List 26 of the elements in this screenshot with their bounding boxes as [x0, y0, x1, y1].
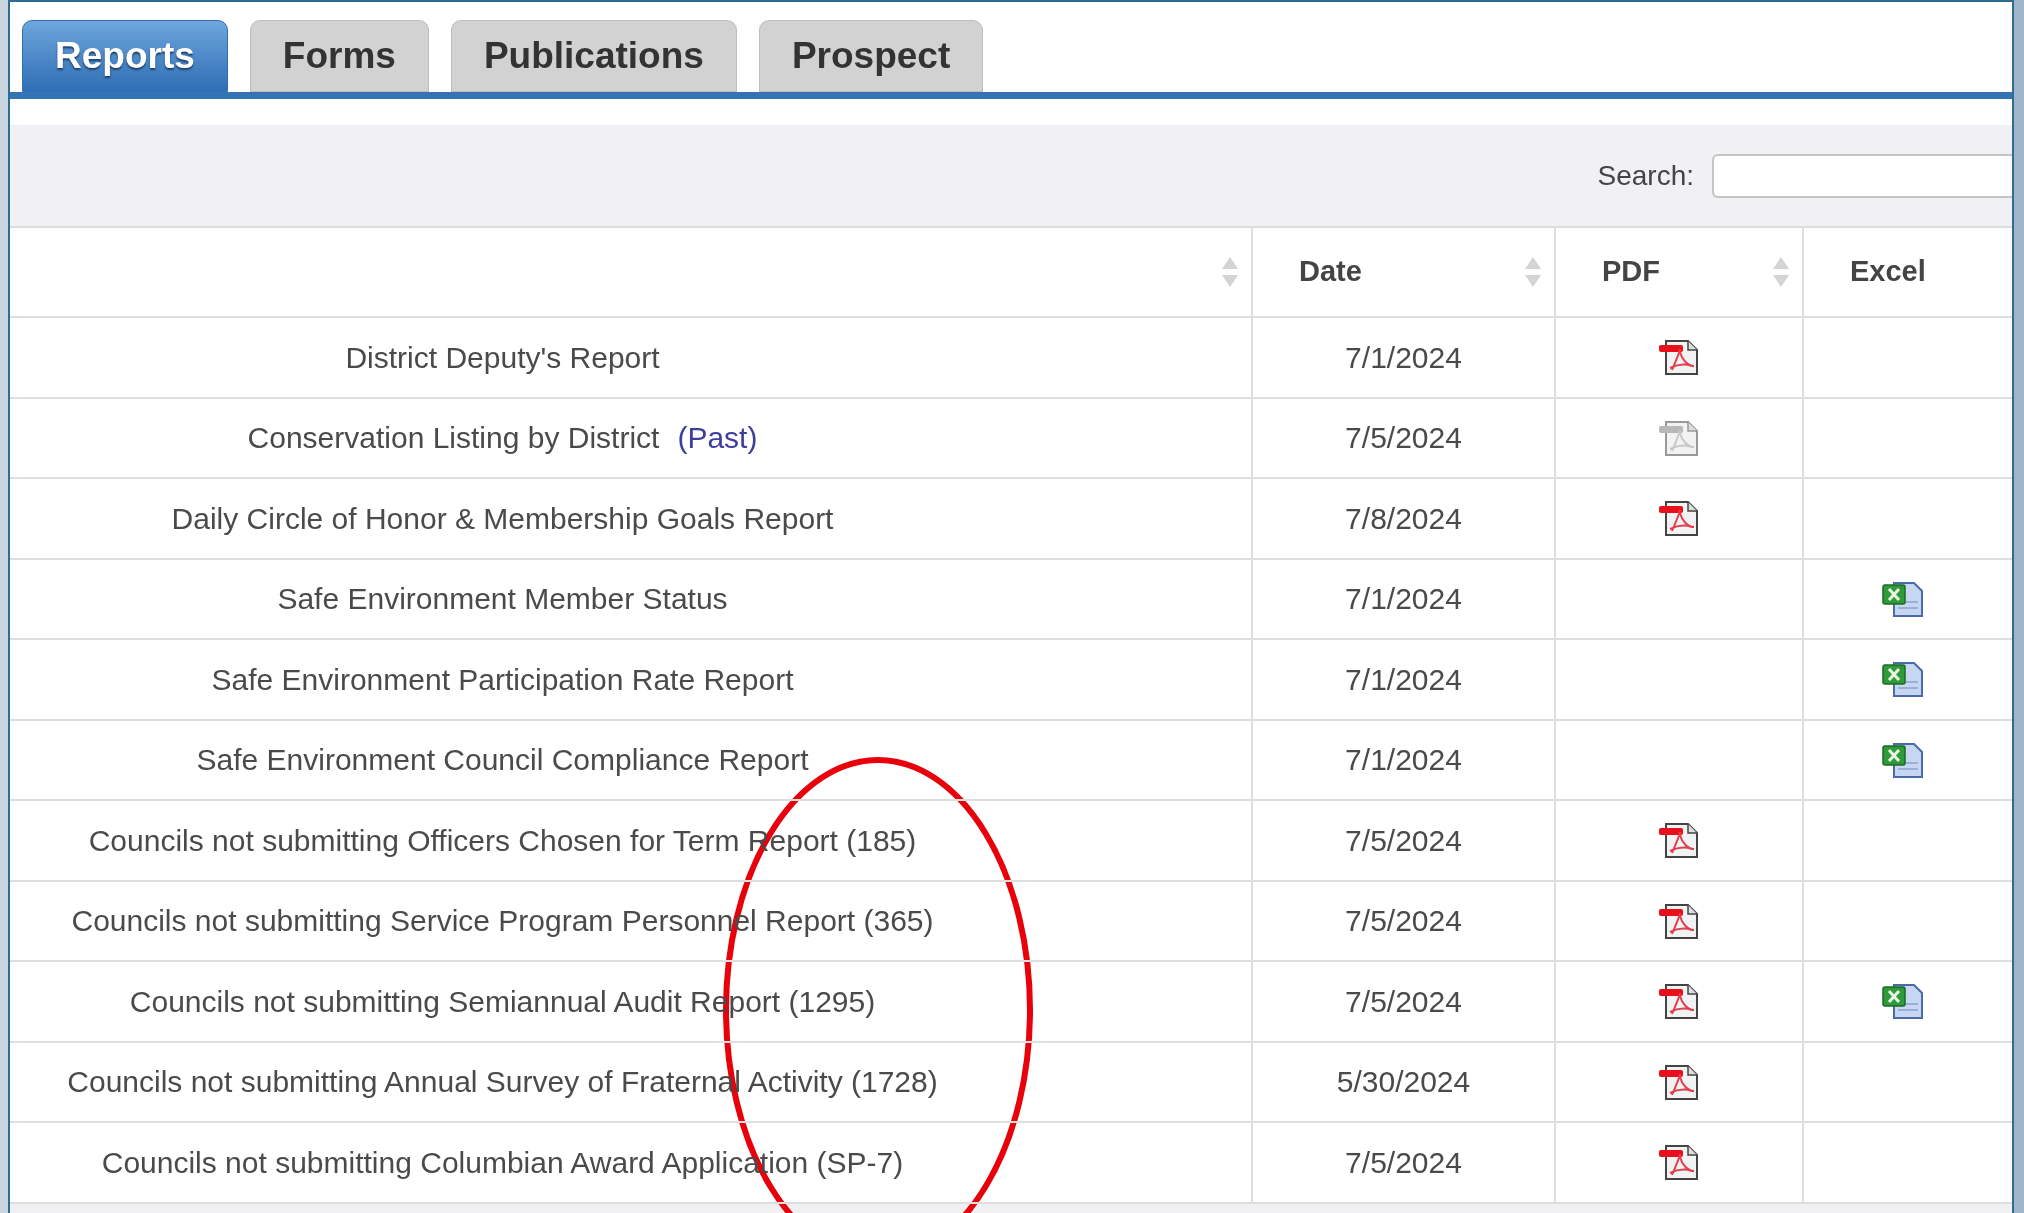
table-cell-text: District Deputy's Report [345, 339, 660, 376]
tab[interactable]: Reports [22, 20, 228, 92]
tab[interactable]: Publications [450, 20, 737, 92]
table-cell-text: Safe Environment Participation Rate Report [211, 661, 794, 698]
column-header[interactable]: PDF [1556, 228, 1804, 316]
table-cell-text: 7/1/2024 [1345, 742, 1462, 779]
table-cell-text: 7/1/2024 [1345, 581, 1462, 618]
table-cell-text: 7/5/2024 [1345, 983, 1462, 1020]
column-header[interactable]: Excel [1804, 228, 2012, 316]
table-cell-text: Safe Environment Member Status [277, 581, 728, 618]
table-cell-text: 7/5/2024 [1345, 420, 1462, 457]
column-header[interactable]: Date [1253, 228, 1556, 316]
table-cell-text: Safe Environment Council Compliance Report [196, 742, 809, 779]
table-cell-text: 5/30/2024 [1336, 1064, 1471, 1101]
table-cell-text: Daily Circle of Honor & Membership Goals Report [171, 500, 834, 537]
link[interactable]: (Past) [677, 415, 758, 461]
table-cell-text: 7/8/2024 [1345, 500, 1462, 537]
table-cell-text: 7/5/2024 [1345, 903, 1462, 940]
tab[interactable]: Prospect [758, 20, 984, 92]
table-cell-text: 7/1/2024 [1345, 339, 1462, 376]
search-label: Search: [1597, 158, 1694, 193]
table-cell-text: 7/5/2024 [1345, 1144, 1462, 1181]
table-cell-text: 7/5/2024 [1345, 822, 1462, 859]
table-cell-text: 7/1/2024 [1345, 661, 1462, 698]
table-cell-text: Conservation Listing by District [247, 420, 660, 457]
tab[interactable]: Forms [249, 20, 429, 92]
